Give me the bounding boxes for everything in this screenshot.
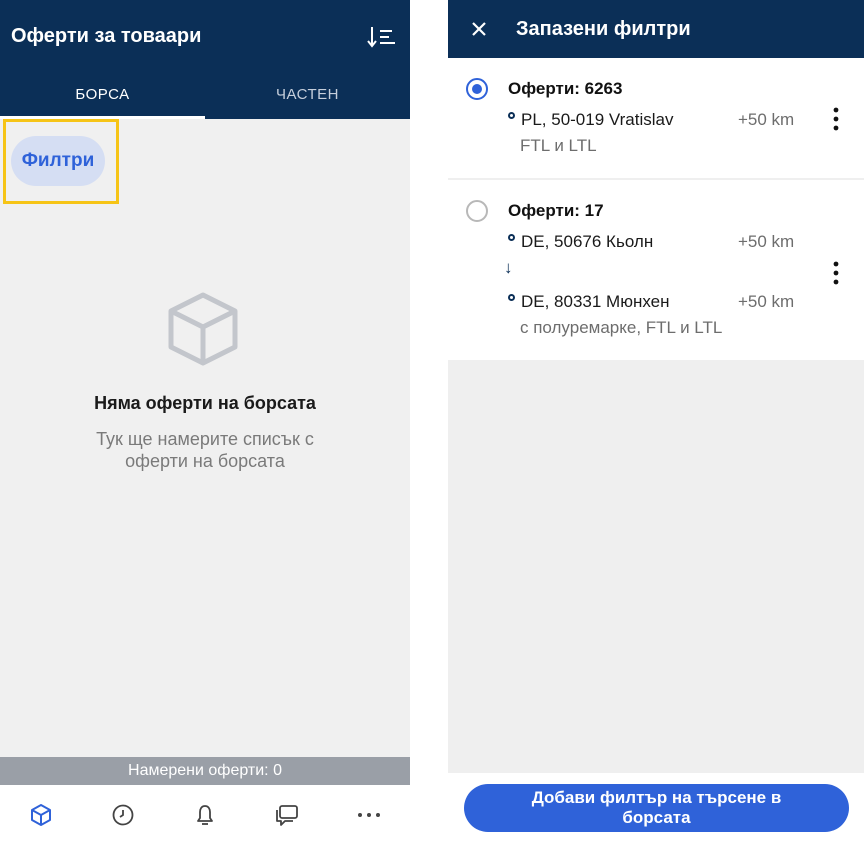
filter-radio-selected[interactable]: [466, 78, 488, 100]
found-offers-bar: Намерени оферти: 0: [0, 757, 410, 785]
origin-dot-icon: [508, 112, 515, 119]
saved-filter-card[interactable]: Оферти: 6263 PL, 50-019 Vratislav +50 km…: [448, 58, 864, 178]
filter-details: с полуремарке, FTL и LTL: [520, 318, 723, 337]
filter-to-location: DE, 80331 Мюнхен: [508, 292, 670, 312]
filter-offers-count: Оферти: 17: [508, 201, 604, 220]
filter-to-radius: +50 km: [738, 292, 795, 311]
tab-private[interactable]: ЧАСТЕН: [205, 70, 410, 119]
app-header: Оферти за товаари БОРСА ЧАСТЕН: [0, 0, 410, 119]
filter-offers-count: Оферти: 6263: [508, 79, 623, 98]
saved-filter-card[interactable]: Оферти: 17 DE, 50676 Кьолн +50 km ↓ DE, …: [448, 180, 864, 360]
destination-dot-icon: [508, 294, 515, 301]
close-icon[interactable]: [464, 14, 494, 44]
nav-more-icon[interactable]: [339, 785, 399, 845]
arrow-down-icon: ↓: [504, 258, 513, 277]
tab-exchange[interactable]: БОРСА: [0, 70, 205, 119]
more-vert-icon[interactable]: [824, 258, 848, 288]
nav-clock-icon[interactable]: [93, 785, 153, 845]
empty-state-text: Тук ще намерите списък с оферти на борса…: [96, 429, 314, 471]
add-search-filter-button[interactable]: Добави филтър на търсене в борсата: [464, 784, 849, 832]
bottom-action-bar: Добави филтър на търсене в борсата: [448, 773, 864, 845]
offers-screen: Оферти за товаари БОРСА ЧАСТЕН Филтри Ня…: [0, 0, 410, 845]
nav-bell-icon[interactable]: [175, 785, 235, 845]
filter-from-location: PL, 50-019 Vratislav: [508, 110, 673, 130]
saved-filters-screen: Запазени филтри Оферти: 6263 PL, 50-019 …: [448, 0, 864, 845]
filter-from-radius: +50 km: [738, 232, 795, 251]
filters-button[interactable]: Филтри: [11, 136, 105, 186]
nav-chat-icon[interactable]: [257, 785, 317, 845]
tab-bar: БОРСА ЧАСТЕН: [0, 70, 410, 119]
bottom-nav: [0, 785, 410, 845]
empty-state-title: Няма оферти на борсата: [94, 393, 316, 413]
more-vert-icon[interactable]: [824, 104, 848, 134]
origin-dot-icon: [508, 234, 515, 241]
filter-from-radius: +50 km: [738, 110, 795, 129]
sort-icon[interactable]: [366, 24, 398, 50]
filter-details: FTL и LTL: [520, 136, 597, 155]
box-icon: [165, 290, 241, 368]
saved-filters-header: Запазени филтри: [448, 0, 864, 58]
filter-radio-unselected[interactable]: [466, 200, 488, 222]
saved-filters-title: Запазени филтри: [516, 18, 691, 40]
page-title: Оферти за товаари: [11, 25, 202, 47]
nav-offers-box-icon[interactable]: [11, 785, 71, 845]
filter-from-location: DE, 50676 Кьолн: [508, 232, 653, 252]
